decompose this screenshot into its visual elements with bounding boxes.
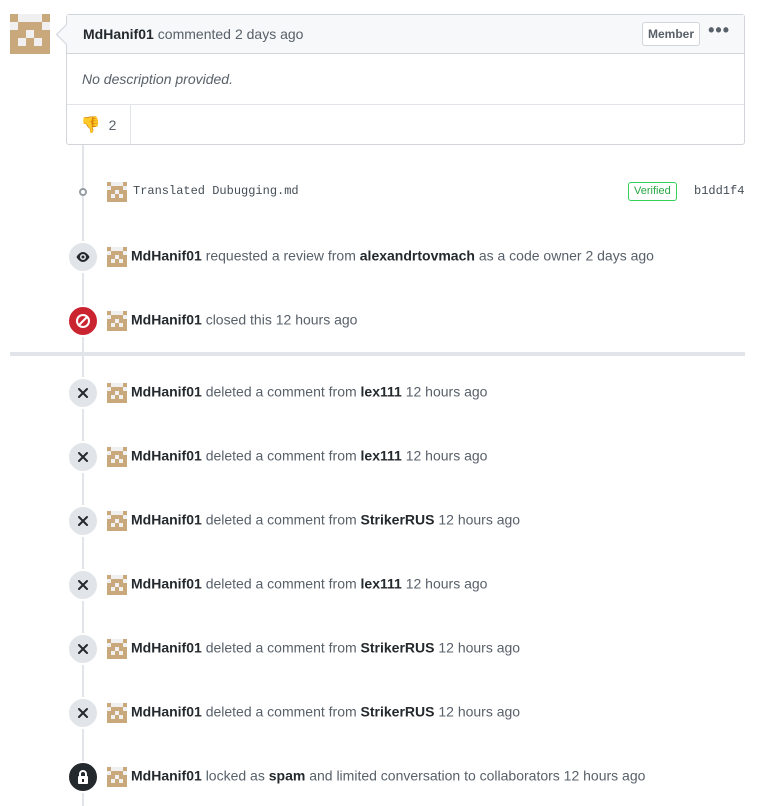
timeline-event: MdHanif01 deleted a comment from Striker… bbox=[0, 505, 767, 539]
lock-icon bbox=[67, 761, 99, 793]
event-target[interactable]: StrikerRUS bbox=[361, 704, 435, 720]
timeline-event: MdHanif01 deleted a comment from lex111 … bbox=[0, 569, 767, 603]
commit-avatar[interactable] bbox=[107, 182, 127, 202]
event-actor[interactable]: MdHanif01 bbox=[131, 512, 202, 528]
event-text: MdHanif01 deleted a comment from Striker… bbox=[107, 703, 520, 723]
avatar[interactable] bbox=[107, 575, 127, 595]
verified-badge[interactable]: Verified bbox=[628, 182, 677, 201]
event-actor[interactable]: MdHanif01 bbox=[131, 312, 202, 328]
avatar[interactable] bbox=[107, 447, 127, 467]
event-target[interactable]: lex111 bbox=[361, 384, 402, 400]
comment-body: No description provided. bbox=[67, 54, 744, 105]
x-icon bbox=[67, 505, 99, 537]
event-action: deleted a comment from bbox=[205, 447, 357, 464]
event-action-suffix: as a code owner bbox=[478, 247, 582, 264]
avatar[interactable] bbox=[10, 14, 50, 54]
timeline-event: MdHanif01 requested a review from alexan… bbox=[0, 241, 767, 275]
event-text: MdHanif01 locked as spam and limited con… bbox=[107, 767, 645, 787]
event-target[interactable]: StrikerRUS bbox=[361, 640, 435, 656]
event-time[interactable]: 12 hours ago bbox=[406, 576, 488, 592]
timeline-divider bbox=[10, 352, 745, 356]
comment-action: commented bbox=[157, 26, 231, 42]
x-icon bbox=[67, 697, 99, 729]
event-text: MdHanif01 requested a review from alexan… bbox=[107, 247, 654, 267]
avatar[interactable] bbox=[107, 767, 127, 787]
event-actor[interactable]: MdHanif01 bbox=[131, 576, 202, 592]
event-actor[interactable]: MdHanif01 bbox=[131, 384, 202, 400]
event-text: MdHanif01 closed this 12 hours ago bbox=[107, 311, 357, 331]
event-actor[interactable]: MdHanif01 bbox=[131, 704, 202, 720]
comment-header: MdHanif01 commented 2 days ago Member ••… bbox=[67, 15, 744, 54]
commit-message[interactable]: Translated Dubugging.md bbox=[133, 184, 299, 198]
event-time[interactable]: 2 days ago bbox=[585, 248, 654, 264]
event-text: MdHanif01 deleted a comment from lex111 … bbox=[107, 575, 487, 595]
timeline-event: MdHanif01 deleted a comment from Striker… bbox=[0, 697, 767, 731]
event-text: MdHanif01 deleted a comment from lex111 … bbox=[107, 447, 487, 467]
commit-row: Translated Dubugging.md Verified b1dd1f4 bbox=[0, 180, 767, 204]
event-target[interactable]: alexandrtovmach bbox=[360, 248, 475, 264]
event-action-suffix: and limited conversation to collaborator… bbox=[309, 767, 560, 784]
timeline-event: MdHanif01 locked as spam and limited con… bbox=[0, 761, 767, 795]
comment-author[interactable]: MdHanif01 bbox=[83, 26, 154, 42]
thumbs-down-icon: 👎 bbox=[80, 116, 101, 134]
timeline-event: MdHanif01 closed this 12 hours ago bbox=[0, 305, 767, 339]
x-icon bbox=[67, 569, 99, 601]
comment-box: MdHanif01 commented 2 days ago Member ••… bbox=[66, 14, 745, 145]
avatar[interactable] bbox=[107, 511, 127, 531]
event-action: closed this bbox=[205, 311, 272, 328]
event-action: deleted a comment from bbox=[205, 703, 357, 720]
event-action: deleted a comment from bbox=[205, 639, 357, 656]
circle-slash-icon bbox=[67, 305, 99, 337]
thumbs-down-reaction[interactable]: 👎 2 bbox=[67, 105, 131, 144]
event-text: MdHanif01 deleted a comment from Striker… bbox=[107, 639, 520, 659]
timeline-event: MdHanif01 deleted a comment from lex111 … bbox=[0, 377, 767, 411]
comment-time[interactable]: 2 days ago bbox=[235, 26, 304, 42]
event-actor[interactable]: MdHanif01 bbox=[131, 248, 202, 264]
x-icon bbox=[67, 441, 99, 473]
avatar[interactable] bbox=[107, 247, 127, 267]
event-time[interactable]: 12 hours ago bbox=[438, 512, 520, 528]
event-time[interactable]: 12 hours ago bbox=[276, 312, 358, 328]
event-text: MdHanif01 deleted a comment from Striker… bbox=[107, 511, 520, 531]
event-time[interactable]: 12 hours ago bbox=[438, 704, 520, 720]
event-time[interactable]: 12 hours ago bbox=[406, 384, 488, 400]
event-text: MdHanif01 deleted a comment from lex111 … bbox=[107, 383, 487, 403]
event-action: deleted a comment from bbox=[205, 575, 357, 592]
avatar[interactable] bbox=[107, 639, 127, 659]
event-target[interactable]: StrikerRUS bbox=[361, 512, 435, 528]
timeline-event: MdHanif01 deleted a comment from Striker… bbox=[0, 633, 767, 667]
eye-icon bbox=[67, 241, 99, 273]
event-action: requested a review from bbox=[205, 247, 356, 264]
reaction-count: 2 bbox=[108, 116, 117, 133]
event-target: spam bbox=[268, 767, 306, 784]
avatar[interactable] bbox=[107, 703, 127, 723]
x-icon bbox=[67, 377, 99, 409]
event-time[interactable]: 12 hours ago bbox=[564, 768, 646, 784]
event-actor[interactable]: MdHanif01 bbox=[131, 448, 202, 464]
event-actor[interactable]: MdHanif01 bbox=[131, 640, 202, 656]
event-target[interactable]: lex111 bbox=[361, 448, 402, 464]
avatar[interactable] bbox=[107, 311, 127, 331]
event-actor[interactable]: MdHanif01 bbox=[131, 768, 202, 784]
event-action: deleted a comment from bbox=[205, 511, 357, 528]
event-action: deleted a comment from bbox=[205, 383, 357, 400]
more-options-icon[interactable]: ••• bbox=[708, 21, 730, 39]
commit-icon bbox=[76, 186, 90, 198]
event-action: locked as bbox=[205, 767, 265, 784]
reactions-bar: 👎 2 bbox=[67, 105, 744, 144]
event-time[interactable]: 12 hours ago bbox=[406, 448, 488, 464]
timeline-event: MdHanif01 deleted a comment from lex111 … bbox=[0, 441, 767, 475]
event-target[interactable]: lex111 bbox=[361, 576, 402, 592]
member-badge: Member bbox=[641, 22, 700, 46]
avatar[interactable] bbox=[107, 383, 127, 403]
x-icon bbox=[67, 633, 99, 665]
event-time[interactable]: 12 hours ago bbox=[438, 640, 520, 656]
commit-sha[interactable]: b1dd1f4 bbox=[694, 184, 744, 198]
